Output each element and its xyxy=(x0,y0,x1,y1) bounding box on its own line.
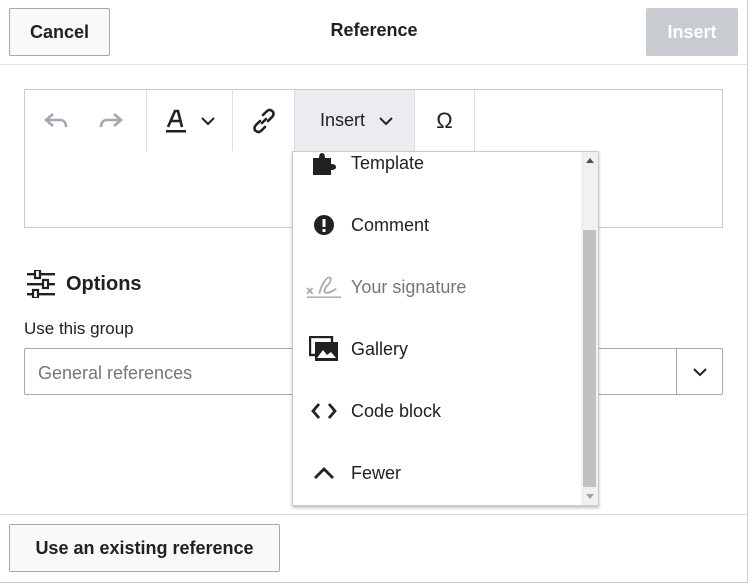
triangle-down-icon xyxy=(585,494,594,499)
puzzle-icon xyxy=(306,152,342,176)
group-select-toggle[interactable] xyxy=(676,349,722,394)
dialog-title: Reference xyxy=(330,20,418,40)
menu-item-signature: Your signature xyxy=(293,256,580,318)
chevron-up-icon xyxy=(306,466,342,480)
menu-item-label: Template xyxy=(351,152,425,173)
text-style-button[interactable] xyxy=(147,90,232,151)
insert-button[interactable]: Insert xyxy=(646,8,738,56)
options-heading: Options xyxy=(26,270,142,298)
insert-menu-label: Insert xyxy=(320,110,366,130)
insert-group: Insert xyxy=(295,90,415,151)
redo-button[interactable] xyxy=(81,90,141,151)
special-character-group: Ω xyxy=(415,90,475,151)
menu-item-fewer[interactable]: Fewer xyxy=(293,442,580,504)
menu-item-comment[interactable]: Comment xyxy=(293,194,580,256)
footer-divider xyxy=(0,514,748,515)
group-select-value: General references xyxy=(38,363,193,383)
menu-item-label: Comment xyxy=(351,214,430,235)
dialog-header: Cancel Reference Insert xyxy=(0,0,748,65)
signature-icon xyxy=(306,274,342,300)
menu-item-template[interactable]: Template xyxy=(293,152,580,194)
omega-icon: Ω xyxy=(436,107,453,133)
gallery-icon xyxy=(306,336,342,362)
triangle-up-icon xyxy=(585,158,594,163)
undo-button[interactable] xyxy=(31,90,81,151)
redo-icon xyxy=(99,112,123,127)
link-button[interactable] xyxy=(233,90,294,151)
code-icon xyxy=(306,402,342,420)
menu-item-code-block[interactable]: Code block xyxy=(293,380,580,442)
insert-menu: Template Comment Your signature Gallery … xyxy=(292,151,599,506)
group-label: Use this group xyxy=(24,319,134,338)
exclamation-circle-icon xyxy=(306,214,342,236)
chevron-down-icon xyxy=(692,367,707,376)
menu-item-label: Gallery xyxy=(351,338,409,359)
special-character-button[interactable]: Ω xyxy=(415,90,474,151)
menu-item-label: Your signature xyxy=(351,276,467,297)
menu-scrollbar[interactable] xyxy=(581,152,598,505)
link-icon xyxy=(252,108,275,133)
chevron-down-icon xyxy=(200,116,215,125)
use-existing-reference-button[interactable]: Use an existing reference xyxy=(9,524,280,572)
text-style-group xyxy=(147,90,233,151)
options-title: Options xyxy=(66,272,142,295)
history-group xyxy=(25,90,147,151)
sliders-icon xyxy=(27,270,55,298)
undo-icon xyxy=(44,112,68,127)
reference-dialog: Cancel Reference Insert Insert Ω Options… xyxy=(0,0,748,583)
text-style-icon xyxy=(165,109,186,132)
scroll-down-arrow[interactable] xyxy=(581,488,598,505)
menu-item-label: Code block xyxy=(351,400,442,421)
link-group xyxy=(233,90,295,151)
editor-toolbar: Insert Ω xyxy=(24,89,723,152)
chevron-down-icon xyxy=(379,116,393,125)
scroll-thumb[interactable] xyxy=(583,230,596,487)
scroll-up-arrow[interactable] xyxy=(581,152,598,169)
menu-item-label: Fewer xyxy=(351,462,402,483)
insert-menu-button[interactable]: Insert xyxy=(295,90,414,151)
menu-item-gallery[interactable]: Gallery xyxy=(293,318,580,380)
